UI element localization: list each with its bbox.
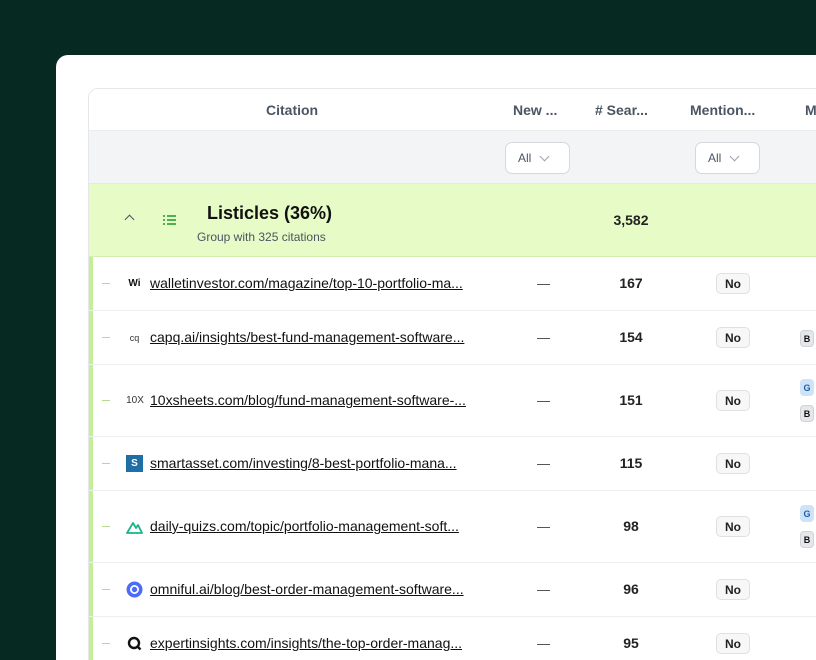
chevron-down-icon <box>729 151 740 161</box>
new-empty-dash <box>537 464 550 465</box>
platform-chip-icon: G <box>800 379 814 396</box>
mention-badge: No <box>716 273 750 294</box>
column-header-more[interactable]: M <box>805 102 816 118</box>
mention-badge: No <box>716 579 750 600</box>
mention-filter-value: All <box>708 151 722 165</box>
citation-link[interactable]: daily-quizs.com/topic/portfolio-manageme… <box>150 518 459 534</box>
new-empty-dash <box>537 590 550 591</box>
citation-link[interactable]: 10xsheets.com/blog/fund-management-softw… <box>150 392 466 408</box>
platform-chip-icon: G <box>800 505 814 522</box>
citation-link[interactable]: omniful.ai/blog/best-order-management-so… <box>150 581 464 597</box>
filter-row: All All <box>89 131 816 184</box>
group-row-listicles[interactable]: Listicles (36%) Group with 325 citations… <box>89 184 816 257</box>
platform-chip-icon: B <box>800 405 814 422</box>
table-row[interactable]: expertinsights.com/insights/the-top-orde… <box>89 617 816 660</box>
new-empty-dash <box>537 284 550 285</box>
capq-icon: cq <box>129 332 140 343</box>
citation-link[interactable]: capq.ai/insights/best-fund-management-so… <box>150 329 464 345</box>
citation-link[interactable]: walletinvestor.com/magazine/top-10-portf… <box>150 275 463 291</box>
column-header-mention[interactable]: Mention... <box>690 102 755 118</box>
table-row[interactable]: cq capq.ai/insights/best-fund-management… <box>89 311 816 365</box>
mention-filter-dropdown[interactable]: All <box>695 142 760 174</box>
new-empty-dash <box>537 527 550 528</box>
new-empty-dash <box>537 401 550 402</box>
searches-value: 115 <box>619 455 643 471</box>
mention-badge: No <box>716 453 750 474</box>
walletinvestor-icon: Wi <box>128 278 141 289</box>
group-subtitle: Group with 325 citations <box>197 230 326 244</box>
new-filter-dropdown[interactable]: All <box>505 142 570 174</box>
citations-table: Citation New ... # Sear... Mention... M … <box>88 88 816 660</box>
mention-badge: No <box>716 516 750 537</box>
searches-value: 96 <box>623 581 639 597</box>
daily-quizs-icon <box>126 518 143 535</box>
group-search-count: 3,582 <box>613 212 649 228</box>
smartasset-icon: S <box>126 455 143 472</box>
platform-chip-icon: B <box>800 531 814 548</box>
chevron-down-icon <box>539 151 550 161</box>
table-row[interactable]: Wi walletinvestor.com/magazine/top-10-po… <box>89 257 816 311</box>
table-header: Citation New ... # Sear... Mention... M <box>89 89 816 131</box>
table-row[interactable]: 10X 10xsheets.com/blog/fund-management-s… <box>89 365 816 437</box>
platform-chip-icon: B <box>800 330 814 347</box>
mention-badge: No <box>716 327 750 348</box>
column-header-citation[interactable]: Citation <box>266 102 318 118</box>
table-row[interactable]: omniful.ai/blog/best-order-management-so… <box>89 563 816 617</box>
table-row[interactable]: S smartasset.com/investing/8-best-portfo… <box>89 437 816 491</box>
collapse-caret-icon[interactable] <box>124 214 135 225</box>
mention-badge: No <box>716 633 750 654</box>
searches-value: 98 <box>623 518 639 534</box>
searches-value: 154 <box>619 329 643 345</box>
new-empty-dash <box>537 338 550 339</box>
citation-rows: Wi walletinvestor.com/magazine/top-10-po… <box>89 257 816 660</box>
mention-badge: No <box>716 390 750 411</box>
expertinsights-icon <box>126 635 143 652</box>
column-header-new[interactable]: New ... <box>513 102 557 118</box>
citation-link[interactable]: smartasset.com/investing/8-best-portfoli… <box>150 455 457 471</box>
list-icon <box>163 214 176 226</box>
citation-link[interactable]: expertinsights.com/insights/the-top-orde… <box>150 635 462 651</box>
column-header-searches[interactable]: # Sear... <box>595 102 648 118</box>
group-title: Listicles (36%) <box>207 203 333 223</box>
new-empty-dash <box>537 644 550 645</box>
searches-value: 167 <box>619 275 643 291</box>
table-row[interactable]: daily-quizs.com/topic/portfolio-manageme… <box>89 491 816 563</box>
searches-value: 151 <box>619 392 643 408</box>
omniful-icon <box>126 581 143 598</box>
searches-value: 95 <box>623 635 639 651</box>
new-filter-value: All <box>518 151 532 165</box>
10xsheets-icon: 10X <box>126 395 144 406</box>
